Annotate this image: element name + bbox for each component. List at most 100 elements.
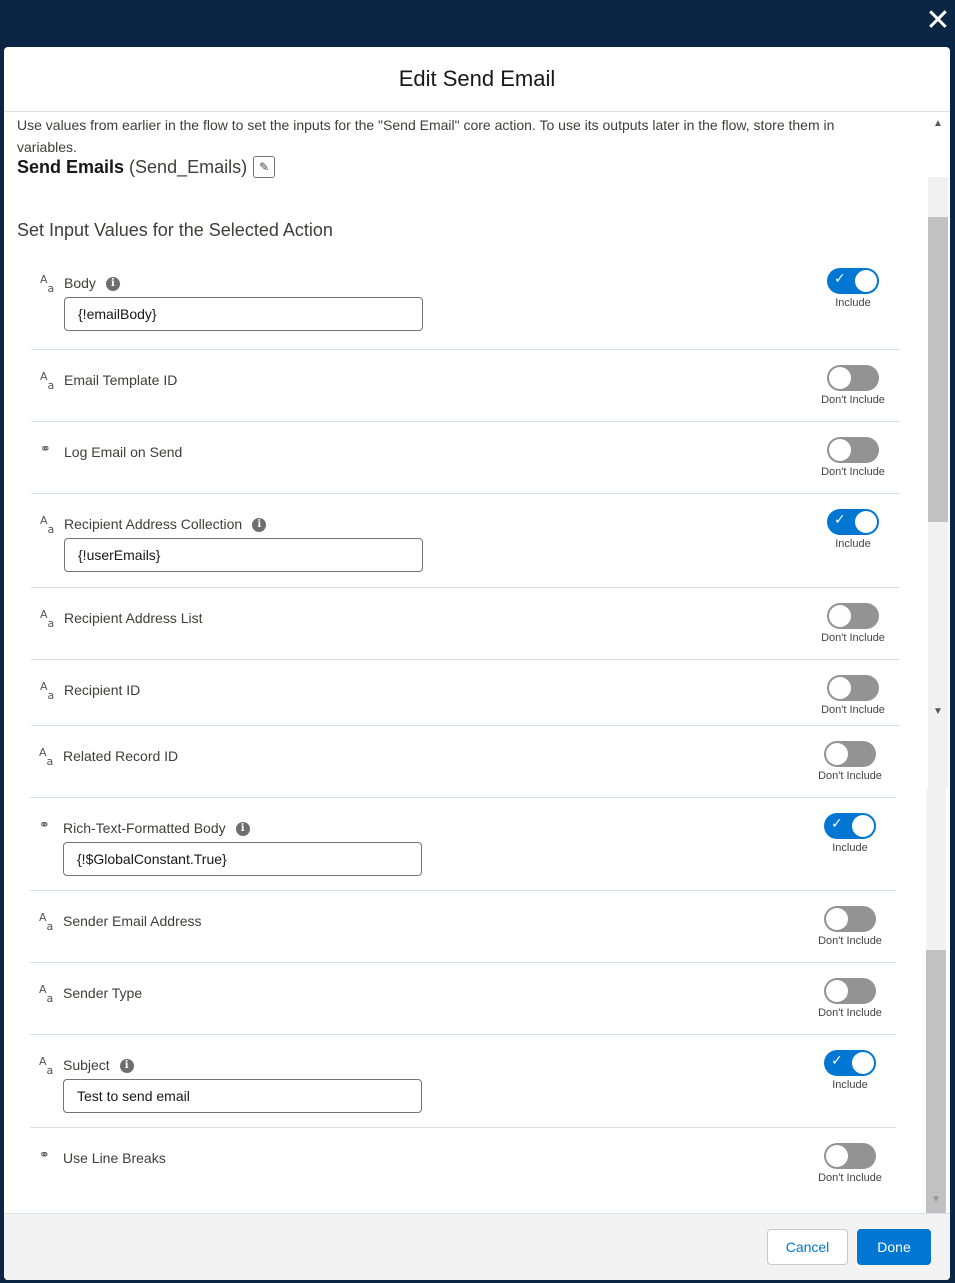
include-toggle[interactable]: Don't Include bbox=[810, 906, 890, 947]
action-api-name: (Send_Emails) bbox=[129, 156, 248, 177]
include-toggle[interactable]: Don't Include bbox=[813, 365, 893, 406]
scroll-down-icon-lower[interactable]: ▼ bbox=[926, 1194, 946, 1205]
field-label: Sender Type bbox=[63, 985, 142, 1001]
toggle-status-text: Don't Include bbox=[818, 935, 882, 947]
text-type-icon: Aa bbox=[40, 680, 55, 702]
field-value-input[interactable] bbox=[63, 1079, 422, 1113]
field-label: Recipient ID bbox=[64, 682, 140, 698]
modal-header: Edit Send Email bbox=[4, 47, 950, 112]
check-icon: ✓ bbox=[831, 816, 843, 832]
field-label: Rich-Text-Formatted Body i bbox=[63, 820, 250, 837]
field-label: Sender Email Address bbox=[63, 913, 202, 929]
toggle-knob bbox=[852, 1052, 874, 1074]
edit-send-email-modal: Edit Send Email Use values from earlier … bbox=[4, 47, 950, 1280]
include-toggle[interactable]: ✓ Include bbox=[813, 509, 893, 550]
field-label: Related Record ID bbox=[63, 748, 178, 764]
include-toggle[interactable]: ✓ Include bbox=[810, 1050, 890, 1091]
toggle-status-text: Don't Include bbox=[818, 770, 882, 782]
modal-title: Edit Send Email bbox=[398, 66, 556, 91]
field-row: ⚭ Use Line Breaks Don't Include bbox=[30, 1127, 896, 1199]
toggle-knob bbox=[829, 605, 851, 627]
toggle-switch[interactable] bbox=[827, 675, 879, 701]
toggle-switch[interactable]: ✓ bbox=[827, 509, 879, 535]
field-value-input[interactable] bbox=[64, 538, 423, 572]
field-row: ⚭ Log Email on Send Don't Include bbox=[31, 421, 899, 494]
include-toggle[interactable]: Don't Include bbox=[813, 675, 893, 716]
field-label: Log Email on Send bbox=[64, 444, 182, 460]
scroll-up-icon[interactable]: ▲ bbox=[928, 118, 948, 129]
section-title: Set Input Values for the Selected Action bbox=[17, 220, 333, 240]
toggle-status-text: Don't Include bbox=[818, 1172, 882, 1184]
modal-body[interactable]: Use values from earlier in the flow to s… bbox=[4, 112, 950, 1214]
edit-pencil-icon[interactable]: ✎ bbox=[253, 156, 276, 178]
toggle-status-text: Include bbox=[832, 1079, 868, 1091]
field-label-text: Recipient Address List bbox=[64, 610, 203, 626]
field-value-input[interactable] bbox=[63, 842, 422, 876]
toggle-switch[interactable]: ✓ bbox=[827, 268, 879, 294]
toggle-status-text: Don't Include bbox=[821, 394, 885, 406]
text-type-icon: Aa bbox=[40, 273, 55, 295]
include-toggle[interactable]: Don't Include bbox=[813, 437, 893, 478]
include-toggle[interactable]: Don't Include bbox=[813, 603, 893, 644]
text-type-icon: Aa bbox=[39, 1055, 54, 1077]
text-type-icon: Aa bbox=[39, 983, 54, 1005]
field-label: Email Template ID bbox=[64, 372, 177, 388]
intro-text: Use values from earlier in the flow to s… bbox=[17, 117, 835, 155]
toggle-knob bbox=[826, 908, 848, 930]
toggle-switch[interactable] bbox=[824, 1143, 876, 1169]
scrollbar-thumb-lower[interactable] bbox=[926, 950, 946, 1214]
boolean-type-icon: ⚭ bbox=[39, 818, 50, 833]
text-type-icon: Aa bbox=[40, 514, 55, 536]
field-label-text: Log Email on Send bbox=[64, 444, 183, 460]
field-label: Recipient Address Collection i bbox=[64, 516, 267, 533]
toggle-switch[interactable] bbox=[827, 603, 879, 629]
info-icon[interactable]: i bbox=[105, 277, 120, 292]
done-button[interactable]: Done bbox=[857, 1229, 931, 1265]
toggle-knob bbox=[855, 270, 877, 292]
toggle-knob bbox=[855, 511, 877, 533]
info-icon[interactable]: i bbox=[235, 822, 250, 837]
field-row: Aa Subject i ✓ Include bbox=[30, 1034, 896, 1128]
toggle-switch[interactable] bbox=[824, 906, 876, 932]
modal-footer: Cancel Done bbox=[4, 1213, 950, 1280]
include-toggle[interactable]: Don't Include bbox=[810, 1143, 890, 1184]
toggle-switch[interactable] bbox=[827, 437, 879, 463]
toggle-status-text: Include bbox=[832, 842, 868, 854]
cancel-button[interactable]: Cancel bbox=[767, 1229, 848, 1265]
close-icon[interactable]: ✕ bbox=[923, 6, 953, 36]
toggle-switch[interactable] bbox=[824, 741, 876, 767]
field-label-text: Related Record ID bbox=[63, 748, 179, 764]
toggle-knob bbox=[826, 743, 848, 765]
toggle-switch[interactable] bbox=[827, 365, 879, 391]
field-row: ⚭ Rich-Text-Formatted Body i ✓ Include bbox=[30, 797, 896, 891]
toggle-knob bbox=[829, 677, 851, 699]
toggle-status-text: Don't Include bbox=[821, 466, 885, 478]
action-name: Send Emails (Send_Emails) ✎ bbox=[17, 156, 276, 178]
field-label-text: Email Template ID bbox=[64, 372, 178, 388]
toggle-status-text: Don't Include bbox=[821, 704, 885, 716]
toggle-status-text: Don't Include bbox=[821, 632, 885, 644]
scroll-down-icon[interactable]: ▼ bbox=[928, 706, 948, 717]
boolean-type-icon: ⚭ bbox=[40, 442, 51, 457]
toggle-switch[interactable] bbox=[824, 978, 876, 1004]
field-label-text: Rich-Text-Formatted Body bbox=[63, 820, 226, 836]
toggle-knob bbox=[852, 815, 874, 837]
field-value-input[interactable] bbox=[64, 297, 423, 331]
info-icon[interactable]: i bbox=[252, 518, 267, 533]
check-icon: ✓ bbox=[831, 1053, 843, 1069]
text-type-icon: Aa bbox=[40, 608, 55, 630]
include-toggle[interactable]: Don't Include bbox=[810, 978, 890, 1019]
field-label: Subject i bbox=[63, 1057, 134, 1074]
include-toggle[interactable]: Don't Include bbox=[810, 741, 890, 782]
field-label-text: Body bbox=[64, 275, 96, 291]
include-toggle[interactable]: ✓ Include bbox=[810, 813, 890, 854]
info-icon[interactable]: i bbox=[119, 1059, 134, 1074]
include-toggle[interactable]: ✓ Include bbox=[813, 268, 893, 309]
scrollbar-thumb[interactable] bbox=[928, 217, 948, 522]
toggle-status-text: Include bbox=[835, 538, 871, 550]
toggle-switch[interactable]: ✓ bbox=[824, 1050, 876, 1076]
check-icon: ✓ bbox=[834, 512, 846, 528]
check-icon: ✓ bbox=[834, 271, 846, 287]
toggle-switch[interactable]: ✓ bbox=[824, 813, 876, 839]
text-type-icon: Aa bbox=[39, 911, 54, 933]
